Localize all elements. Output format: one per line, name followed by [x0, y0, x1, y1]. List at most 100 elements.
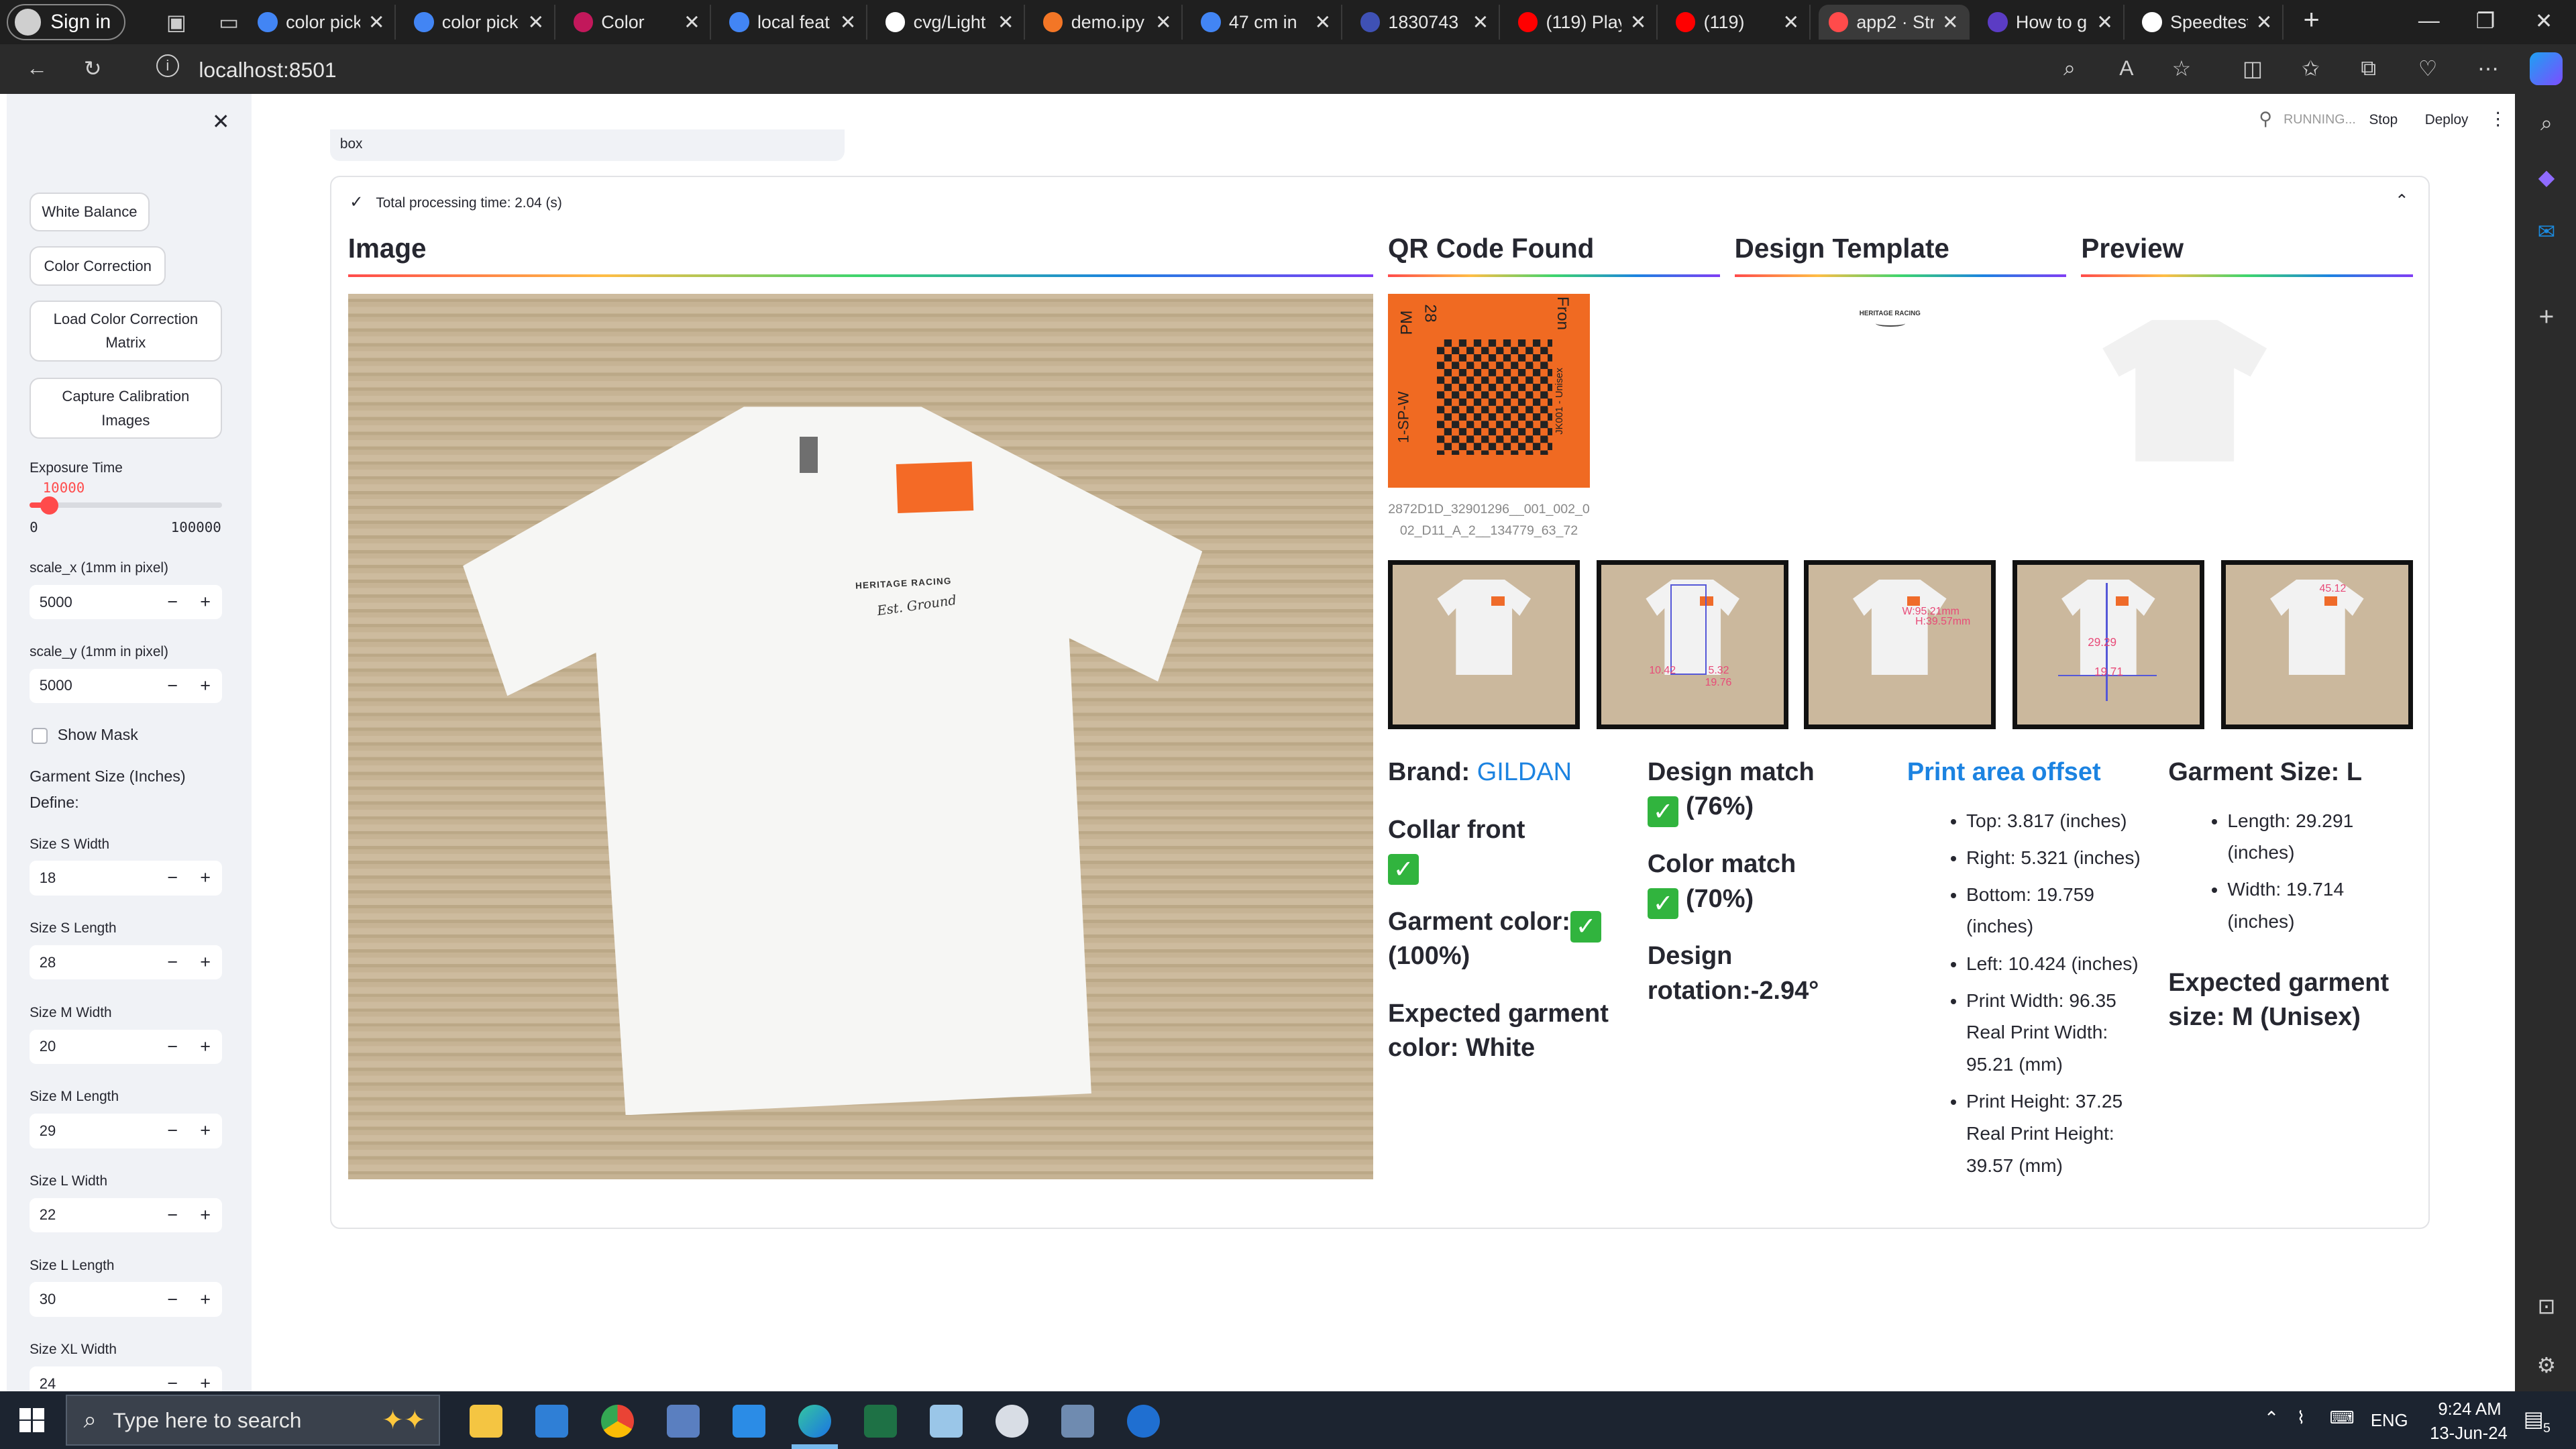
taskbar-search-box[interactable]: ⌕ Type here to search ✦✦ [65, 1395, 441, 1446]
box-selectbox[interactable]: box [330, 129, 845, 161]
browser-tab[interactable]: demo.ipy ✕ [1033, 5, 1183, 40]
snipping-tool-icon[interactable] [996, 1404, 1029, 1438]
vscode-icon[interactable] [733, 1404, 766, 1438]
tab-close-icon[interactable]: ✕ [998, 11, 1014, 34]
tab-close-icon[interactable]: ✕ [1155, 11, 1172, 34]
minimize-button[interactable]: — [2418, 8, 2440, 33]
exposure-slider-thumb[interactable] [40, 496, 59, 515]
back-icon[interactable]: ← [26, 56, 48, 80]
favorite-star-icon[interactable]: ☆ [2172, 56, 2192, 81]
deploy-button[interactable]: Deploy [2425, 112, 2469, 128]
windows-start-icon[interactable] [19, 1407, 45, 1433]
messenger-icon[interactable] [1127, 1404, 1160, 1438]
browser-tab[interactable]: 47 cm in ✕ [1191, 5, 1342, 40]
tab-close-icon[interactable]: ✕ [684, 11, 700, 34]
calculator-icon[interactable] [1061, 1404, 1095, 1438]
size-value[interactable]: 30 [30, 1291, 156, 1308]
browser-tab[interactable]: 1830743 ✕ [1350, 5, 1500, 40]
size-value[interactable]: 29 [30, 1122, 156, 1140]
plus-icon[interactable]: + [189, 952, 222, 973]
tab-actions-icon[interactable]: ▭ [211, 4, 247, 40]
url-text[interactable]: localhost:8501 [199, 58, 336, 83]
plus-icon[interactable]: + [189, 676, 222, 696]
zoom-icon[interactable]: ⌕ [2063, 56, 2076, 81]
browser-tab[interactable]: color pick ✕ [404, 5, 555, 40]
browser-tab[interactable]: Speedtest ✕ [2133, 5, 2284, 40]
collapse-chevron-icon[interactable]: ⌃ [2395, 191, 2409, 211]
browser-tab[interactable]: Color ✕ [564, 5, 712, 40]
stop-button[interactable]: Stop [2369, 112, 2398, 128]
tab-close-icon[interactable]: ✕ [1942, 11, 1959, 34]
sign-in-button[interactable]: Sign in [6, 4, 125, 40]
plus-icon[interactable]: + [189, 1120, 222, 1141]
clock-time[interactable]: 9:24 AM [2438, 1400, 2501, 1419]
size-value[interactable]: 20 [30, 1038, 156, 1055]
tab-close-icon[interactable]: ✕ [840, 11, 857, 34]
browser-tab[interactable]: cvg/Light ✕ [875, 5, 1026, 40]
screenshot-icon[interactable]: ⊡ [2533, 1293, 2559, 1319]
scale-x-value[interactable]: 5000 [30, 594, 156, 611]
plus-icon[interactable]: + [189, 592, 222, 612]
browser-tab[interactable]: How to g ✕ [1978, 5, 2125, 40]
close-sidebar-icon[interactable]: ✕ [212, 109, 230, 134]
size-value[interactable]: 18 [30, 869, 156, 887]
tab-close-icon[interactable]: ✕ [527, 11, 544, 34]
site-info-icon[interactable]: i [156, 54, 179, 78]
browser-essentials-icon[interactable]: ♡ [2418, 56, 2438, 81]
minus-icon[interactable]: − [156, 952, 189, 973]
plus-icon[interactable]: + [189, 1289, 222, 1310]
restore-button[interactable]: ❐ [2476, 8, 2496, 34]
size-number-input[interactable]: 18− + [30, 861, 222, 896]
scale-y-input[interactable]: 5000 − + [30, 668, 222, 704]
capture-calibration-images-button[interactable]: Capture Calibration Images [30, 378, 222, 439]
thumbnail-offsets[interactable]: 10.42 5.32 19.76 [1596, 559, 1789, 729]
load-color-correction-matrix-button[interactable]: Load Color Correction Matrix [30, 301, 222, 362]
new-tab-button[interactable]: + [2303, 3, 2319, 36]
notification-icon[interactable]: ▤ [2524, 1406, 2544, 1432]
plus-icon[interactable]: + [189, 1373, 222, 1391]
thumbnail-rotation[interactable]: 45.12 [2220, 559, 2414, 729]
minus-icon[interactable]: − [156, 592, 189, 612]
scale-x-input[interactable]: 5000 − + [30, 584, 222, 620]
tab-close-icon[interactable]: ✕ [1315, 11, 1332, 34]
thumbnail-garment-size[interactable]: 29.29 19.71 [2012, 559, 2205, 729]
plus-icon[interactable]: + [189, 867, 222, 888]
store-icon[interactable] [535, 1404, 569, 1438]
refresh-icon[interactable]: ↻ [84, 56, 102, 81]
tab-close-icon[interactable]: ✕ [368, 11, 385, 34]
outlook-icon[interactable]: ✉ [2533, 219, 2559, 245]
minus-icon[interactable]: − [156, 1120, 189, 1141]
more-menu-icon[interactable]: ⋯ [2477, 56, 2499, 81]
thumbnail-detection[interactable] [1387, 559, 1580, 729]
browser-tab[interactable]: app2 · Str ✕ [1819, 5, 1970, 40]
minus-icon[interactable]: − [156, 1036, 189, 1057]
plus-icon[interactable]: + [189, 1205, 222, 1226]
white-balance-button[interactable]: White Balance [30, 192, 150, 232]
size-value[interactable]: 22 [30, 1206, 156, 1224]
size-number-input[interactable]: 20− + [30, 1029, 222, 1064]
tab-close-icon[interactable]: ✕ [1472, 11, 1489, 34]
add-sidebar-app-icon[interactable]: + [2533, 303, 2559, 331]
size-value[interactable]: 24 [30, 1375, 156, 1392]
main-menu-icon[interactable]: ⋮ [2489, 109, 2507, 129]
copilot-sidebar-icon[interactable]: ◆ [2533, 164, 2559, 191]
split-screen-icon[interactable]: ◫ [2243, 56, 2263, 81]
remote-desktop-icon[interactable] [667, 1404, 700, 1438]
color-correction-button[interactable]: Color Correction [30, 246, 166, 286]
exposure-slider-track[interactable] [30, 496, 222, 515]
plus-icon[interactable]: + [189, 1036, 222, 1057]
favorites-icon[interactable]: ✩ [2302, 56, 2320, 81]
minus-icon[interactable]: − [156, 1289, 189, 1310]
language-indicator[interactable]: ENG [2371, 1411, 2408, 1431]
size-number-input[interactable]: 24− + [30, 1366, 222, 1392]
read-aloud-icon[interactable]: A [2119, 56, 2133, 80]
size-number-input[interactable]: 22− + [30, 1197, 222, 1233]
browser-tab[interactable]: (119) Play ✕ [1508, 5, 1658, 40]
browser-tab[interactable]: color pick ✕ [248, 5, 396, 40]
settings-gear-icon[interactable]: ⚙ [2533, 1352, 2559, 1379]
thumbnail-print-size[interactable]: W:95.21mm H:39.57mm [1803, 559, 1996, 729]
browser-tab[interactable]: local feat ✕ [720, 5, 868, 40]
show-mask-checkbox[interactable] [31, 727, 48, 745]
excel-icon[interactable] [864, 1404, 898, 1438]
scale-y-value[interactable]: 5000 [30, 677, 156, 694]
